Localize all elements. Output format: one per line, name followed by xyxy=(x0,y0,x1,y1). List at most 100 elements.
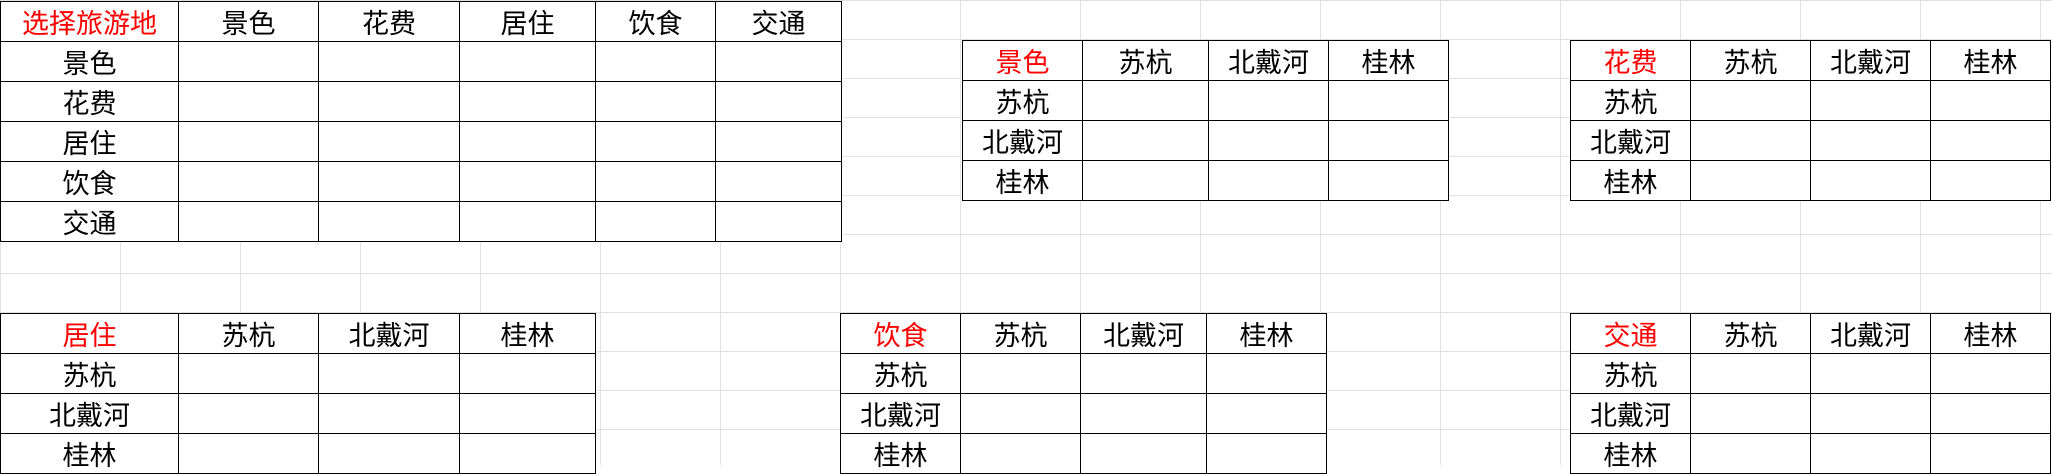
data-cell[interactable] xyxy=(1690,433,1811,474)
data-cell[interactable] xyxy=(1930,160,2051,201)
data-cell[interactable] xyxy=(178,353,319,394)
table-corner-label[interactable]: 交通 xyxy=(1570,313,1691,354)
column-header[interactable]: 桂林 xyxy=(459,313,596,354)
data-cell[interactable] xyxy=(178,161,319,202)
data-cell[interactable] xyxy=(1328,80,1449,121)
data-cell[interactable] xyxy=(715,121,842,162)
column-header[interactable]: 桂林 xyxy=(1206,313,1327,354)
data-cell[interactable] xyxy=(1810,80,1931,121)
data-cell[interactable] xyxy=(595,201,716,242)
data-cell[interactable] xyxy=(1690,120,1811,161)
data-cell[interactable] xyxy=(715,161,842,202)
row-header[interactable]: 桂林 xyxy=(1570,433,1691,474)
column-header[interactable]: 苏杭 xyxy=(1690,313,1811,354)
data-cell[interactable] xyxy=(1690,393,1811,434)
data-cell[interactable] xyxy=(1930,353,2051,394)
row-header[interactable]: 北戴河 xyxy=(962,120,1083,161)
data-cell[interactable] xyxy=(1080,433,1207,474)
data-cell[interactable] xyxy=(960,433,1081,474)
data-cell[interactable] xyxy=(1810,120,1931,161)
row-header[interactable]: 苏杭 xyxy=(840,353,961,394)
data-cell[interactable] xyxy=(318,353,460,394)
data-cell[interactable] xyxy=(1206,433,1327,474)
data-cell[interactable] xyxy=(1690,160,1811,201)
row-header[interactable]: 苏杭 xyxy=(0,353,179,394)
data-cell[interactable] xyxy=(1930,80,2051,121)
data-cell[interactable] xyxy=(1930,393,2051,434)
table-corner-label[interactable]: 饮食 xyxy=(840,313,961,354)
column-header[interactable]: 苏杭 xyxy=(178,313,319,354)
data-cell[interactable] xyxy=(595,161,716,202)
row-header[interactable]: 桂林 xyxy=(962,160,1083,201)
column-header[interactable]: 苏杭 xyxy=(1690,40,1811,81)
data-cell[interactable] xyxy=(178,201,319,242)
spreadsheet-grid[interactable]: 选择旅游地 景色 花费 居住 饮食 交通 景色 花费 居住 饮食 交通 景色 苏杭 北戴河 桂林 苏杭 北戴河桂… xyxy=(0,0,2052,474)
column-header[interactable]: 北戴河 xyxy=(1080,313,1207,354)
row-header[interactable]: 苏杭 xyxy=(1570,80,1691,121)
row-header[interactable]: 苏杭 xyxy=(962,80,1083,121)
row-header[interactable]: 桂林 xyxy=(1570,160,1691,201)
data-cell[interactable] xyxy=(1810,160,1931,201)
column-header[interactable]: 北戴河 xyxy=(1208,40,1329,81)
data-cell[interactable] xyxy=(178,121,319,162)
data-cell[interactable] xyxy=(459,121,596,162)
row-header[interactable]: 北戴河 xyxy=(1570,393,1691,434)
table-corner-label[interactable]: 选择旅游地 xyxy=(0,1,179,42)
column-header[interactable]: 桂林 xyxy=(1930,313,2051,354)
column-header[interactable]: 交通 xyxy=(715,1,842,42)
column-header[interactable]: 花费 xyxy=(318,1,460,42)
data-cell[interactable] xyxy=(178,393,319,434)
data-cell[interactable] xyxy=(459,161,596,202)
column-header[interactable]: 苏杭 xyxy=(1082,40,1209,81)
data-cell[interactable] xyxy=(595,81,716,122)
data-cell[interactable] xyxy=(595,121,716,162)
data-cell[interactable] xyxy=(178,41,319,82)
data-cell[interactable] xyxy=(1080,353,1207,394)
data-cell[interactable] xyxy=(459,353,596,394)
column-header[interactable]: 桂林 xyxy=(1930,40,2051,81)
data-cell[interactable] xyxy=(1080,393,1207,434)
data-cell[interactable] xyxy=(318,393,460,434)
row-header[interactable]: 桂林 xyxy=(840,433,961,474)
row-header[interactable]: 北戴河 xyxy=(1570,120,1691,161)
row-header[interactable]: 北戴河 xyxy=(0,393,179,434)
data-cell[interactable] xyxy=(1328,160,1449,201)
data-cell[interactable] xyxy=(1206,393,1327,434)
row-header[interactable]: 花费 xyxy=(0,81,179,122)
data-cell[interactable] xyxy=(318,81,460,122)
row-header[interactable]: 苏杭 xyxy=(1570,353,1691,394)
data-cell[interactable] xyxy=(318,121,460,162)
column-header[interactable]: 苏杭 xyxy=(960,313,1081,354)
data-cell[interactable] xyxy=(318,201,460,242)
data-cell[interactable] xyxy=(1082,160,1209,201)
data-cell[interactable] xyxy=(1082,120,1209,161)
row-header[interactable]: 交通 xyxy=(0,201,179,242)
data-cell[interactable] xyxy=(1930,433,2051,474)
data-cell[interactable] xyxy=(1082,80,1209,121)
table-corner-label[interactable]: 居住 xyxy=(0,313,179,354)
data-cell[interactable] xyxy=(459,41,596,82)
data-cell[interactable] xyxy=(1930,120,2051,161)
column-header[interactable]: 北戴河 xyxy=(1810,40,1931,81)
column-header[interactable]: 桂林 xyxy=(1328,40,1449,81)
column-header[interactable]: 饮食 xyxy=(595,1,716,42)
data-cell[interactable] xyxy=(1208,80,1329,121)
data-cell[interactable] xyxy=(318,161,460,202)
data-cell[interactable] xyxy=(178,433,319,474)
data-cell[interactable] xyxy=(960,393,1081,434)
column-header[interactable]: 居住 xyxy=(459,1,596,42)
data-cell[interactable] xyxy=(1208,120,1329,161)
data-cell[interactable] xyxy=(1810,393,1931,434)
data-cell[interactable] xyxy=(459,201,596,242)
data-cell[interactable] xyxy=(1328,120,1449,161)
row-header[interactable]: 北戴河 xyxy=(840,393,961,434)
data-cell[interactable] xyxy=(715,41,842,82)
data-cell[interactable] xyxy=(318,41,460,82)
data-cell[interactable] xyxy=(1810,433,1931,474)
data-cell[interactable] xyxy=(459,433,596,474)
row-header[interactable]: 桂林 xyxy=(0,433,179,474)
data-cell[interactable] xyxy=(178,81,319,122)
data-cell[interactable] xyxy=(1810,353,1931,394)
row-header[interactable]: 景色 xyxy=(0,41,179,82)
row-header[interactable]: 居住 xyxy=(0,121,179,162)
